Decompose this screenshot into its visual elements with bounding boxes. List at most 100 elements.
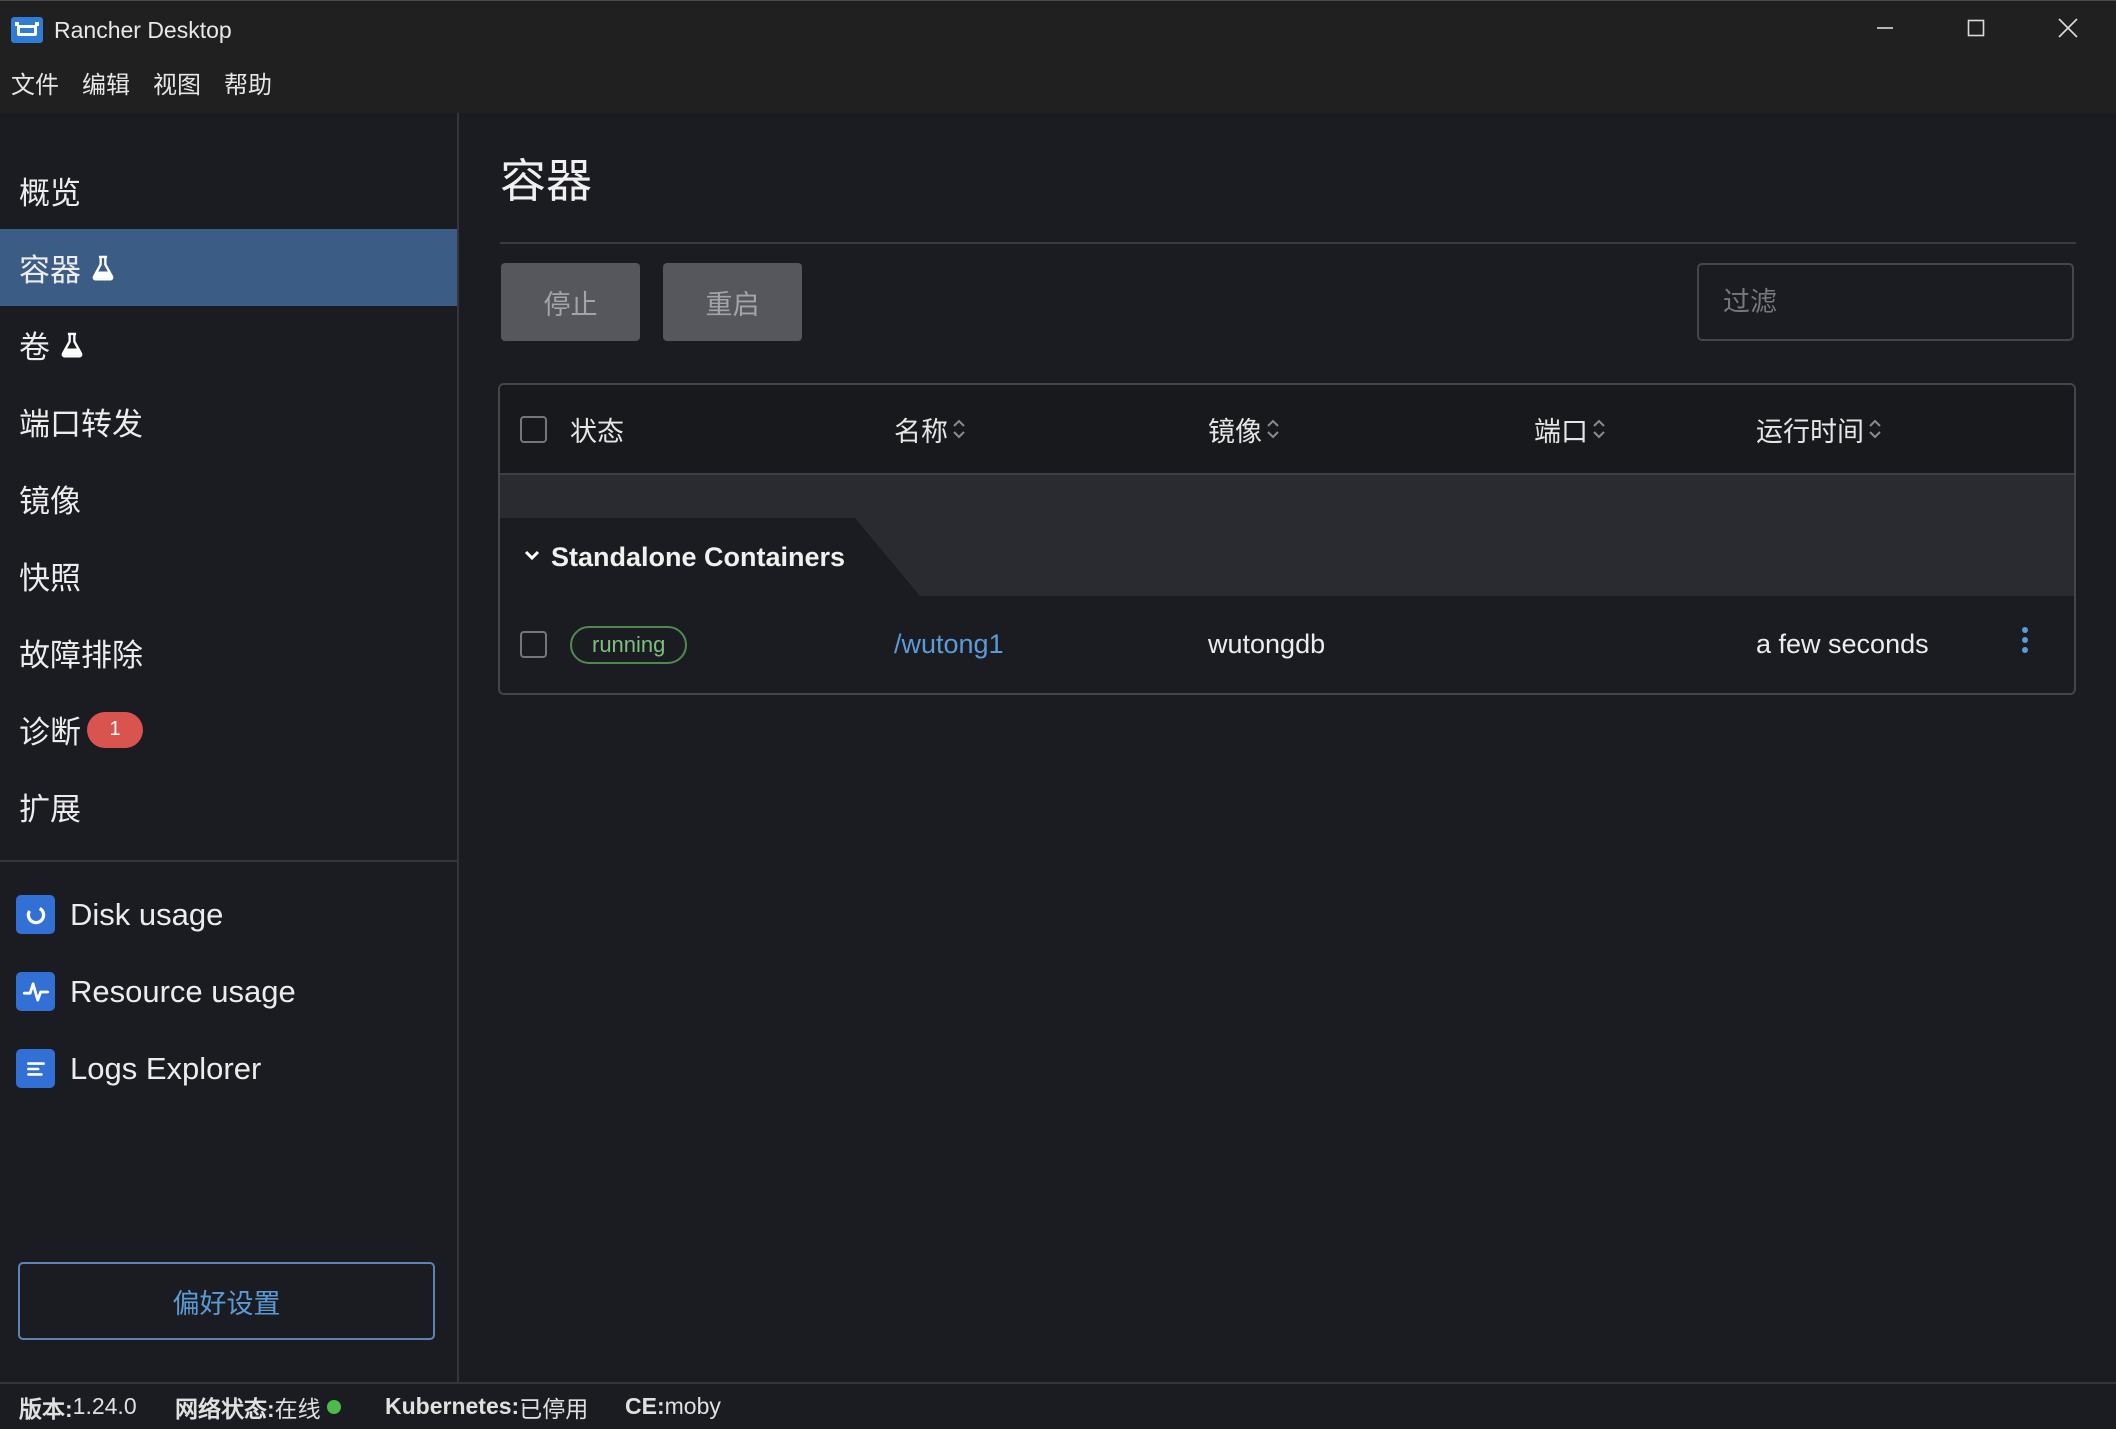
close-button[interactable] <box>2037 1 2099 59</box>
sidebar-item-label: 端口转发 <box>19 407 143 442</box>
sidebar-item-troubleshooting[interactable]: 故障排除 <box>0 614 457 691</box>
menu-view[interactable]: 视图 <box>153 70 201 102</box>
row-actions-button[interactable] <box>2015 596 2035 688</box>
title-bar[interactable]: Rancher Desktop <box>0 0 2116 59</box>
chevron-down-icon <box>522 545 542 570</box>
sidebar-divider <box>0 860 457 862</box>
status-value: 在线 <box>274 1395 321 1422</box>
row-checkbox[interactable] <box>520 631 547 658</box>
main-content: 容器 停止 重启 状态 名称 镜像 <box>459 113 2116 1382</box>
column-header-ports[interactable]: 端口 <box>1534 385 1606 473</box>
sidebar-item-label: 概览 <box>19 176 81 211</box>
group-label: Standalone Containers <box>551 541 846 572</box>
flask-icon <box>89 253 117 283</box>
sidebar-item-resource-usage[interactable]: Resource usage <box>0 953 457 1030</box>
sidebar-item-label: 扩展 <box>19 792 81 827</box>
status-label: Kubernetes: <box>385 1393 520 1419</box>
kebab-menu-icon <box>2021 626 2029 659</box>
status-network: 网络状态: 在线 <box>175 1384 341 1429</box>
status-value: 1.24.0 <box>72 1393 137 1419</box>
logs-icon <box>16 1049 55 1088</box>
restart-button[interactable]: 重启 <box>663 263 802 341</box>
column-label: 镜像 <box>1208 416 1262 447</box>
table-header: 状态 名称 镜像 端口 运行时间 <box>500 385 2074 475</box>
sidebar-item-disk-usage[interactable]: Disk usage <box>0 876 457 953</box>
column-label: 端口 <box>1534 416 1588 447</box>
column-label: 名称 <box>894 416 948 447</box>
row-select-cell <box>520 596 547 693</box>
maximize-button[interactable] <box>1945 1 2007 59</box>
preferences-button[interactable]: 偏好设置 <box>18 1262 435 1340</box>
menu-bar: 文件 编辑 视图 帮助 <box>0 59 2116 113</box>
container-uptime: a few seconds <box>1756 629 1929 659</box>
sidebar-item-label: 故障排除 <box>19 638 143 673</box>
online-indicator-icon <box>326 1399 341 1414</box>
select-all-cell <box>520 385 547 473</box>
sort-icon <box>1266 417 1280 441</box>
rancher-logo-icon <box>11 17 43 43</box>
extension-label: Resource usage <box>70 973 296 1009</box>
sidebar-item-port-forwarding[interactable]: 端口转发 <box>0 383 457 460</box>
disk-usage-icon <box>16 895 55 934</box>
image-cell: wutongdb <box>1208 596 1325 693</box>
table-row[interactable]: running /wutong1 wutongdb a few seconds <box>500 596 2074 693</box>
diagnostics-count-badge: 1 <box>87 711 143 748</box>
extension-list: Disk usage Resource usage Logs Explorer <box>0 876 457 1107</box>
state-cell: running <box>570 596 688 693</box>
extension-label: Disk usage <box>70 896 224 932</box>
menu-edit[interactable]: 编辑 <box>82 70 130 102</box>
status-kubernetes: Kubernetes: 已停用 <box>385 1384 588 1429</box>
status-container-engine: CE: moby <box>625 1384 721 1429</box>
sidebar-item-containers[interactable]: 容器 <box>0 229 457 306</box>
status-bar: 版本: 1.24.0 网络状态: 在线 Kubernetes: 已停用 CE: … <box>0 1382 2116 1429</box>
status-badge: running <box>570 625 688 664</box>
container-name-link[interactable]: /wutong1 <box>894 629 1004 660</box>
column-header-state[interactable]: 状态 <box>570 385 624 473</box>
sort-icon <box>952 417 966 441</box>
sidebar-item-images[interactable]: 镜像 <box>0 460 457 537</box>
page-title: 容器 <box>500 155 592 207</box>
sidebar-item-snapshots[interactable]: 快照 <box>0 537 457 614</box>
column-header-image[interactable]: 镜像 <box>1208 385 1280 473</box>
pulse-icon <box>16 972 55 1011</box>
status-value: 已停用 <box>519 1395 589 1422</box>
column-header-uptime[interactable]: 运行时间 <box>1756 385 1882 473</box>
stop-button[interactable]: 停止 <box>501 263 640 341</box>
uptime-cell: a few seconds <box>1756 596 1929 693</box>
extension-label: Logs Explorer <box>70 1050 262 1086</box>
minimize-button[interactable] <box>1854 1 1916 59</box>
containers-table: 状态 名称 镜像 端口 运行时间 Standalone Containers r… <box>498 383 2076 695</box>
window-title: Rancher Desktop <box>54 17 232 43</box>
title-divider <box>500 242 2076 244</box>
sort-icon <box>1868 417 1882 441</box>
maximize-icon <box>1966 18 1986 43</box>
sidebar-item-label: 快照 <box>19 561 81 596</box>
status-value: moby <box>664 1393 721 1419</box>
sidebar-item-label: 诊断 <box>19 715 81 750</box>
sidebar-item-label: 容器 <box>19 253 81 288</box>
container-image: wutongdb <box>1208 629 1326 659</box>
sidebar-item-overview[interactable]: 概览 <box>0 152 457 229</box>
group-toggle[interactable]: Standalone Containers <box>500 518 920 596</box>
column-header-name[interactable]: 名称 <box>894 385 966 473</box>
status-label: 网络状态: <box>175 1395 275 1422</box>
name-cell: /wutong1 <box>894 596 1004 693</box>
sort-icon <box>1592 417 1606 441</box>
status-version: 版本: 1.24.0 <box>19 1384 137 1429</box>
status-label: CE: <box>625 1393 665 1419</box>
sidebar-item-diagnostics[interactable]: 诊断 1 <box>0 691 457 768</box>
sidebar-nav: 概览 容器 卷 端口转发 镜像 快照 故障排除 诊断 1 扩展 <box>0 152 457 845</box>
select-all-checkbox[interactable] <box>520 415 547 443</box>
column-label: 运行时间 <box>1756 416 1864 447</box>
filter-input[interactable] <box>1697 263 2074 341</box>
menu-file[interactable]: 文件 <box>11 70 59 102</box>
sidebar-item-logs-explorer[interactable]: Logs Explorer <box>0 1030 457 1107</box>
menu-help[interactable]: 帮助 <box>224 70 272 102</box>
column-label: 状态 <box>570 416 624 447</box>
sidebar-item-volumes[interactable]: 卷 <box>0 306 457 383</box>
group-row: Standalone Containers <box>500 475 2074 596</box>
sidebar-item-extensions[interactable]: 扩展 <box>0 768 457 845</box>
sidebar: 概览 容器 卷 端口转发 镜像 快照 故障排除 诊断 1 扩展 Disk usa… <box>0 113 459 1382</box>
sidebar-item-label: 卷 <box>19 330 50 365</box>
status-label: 版本: <box>19 1395 73 1422</box>
